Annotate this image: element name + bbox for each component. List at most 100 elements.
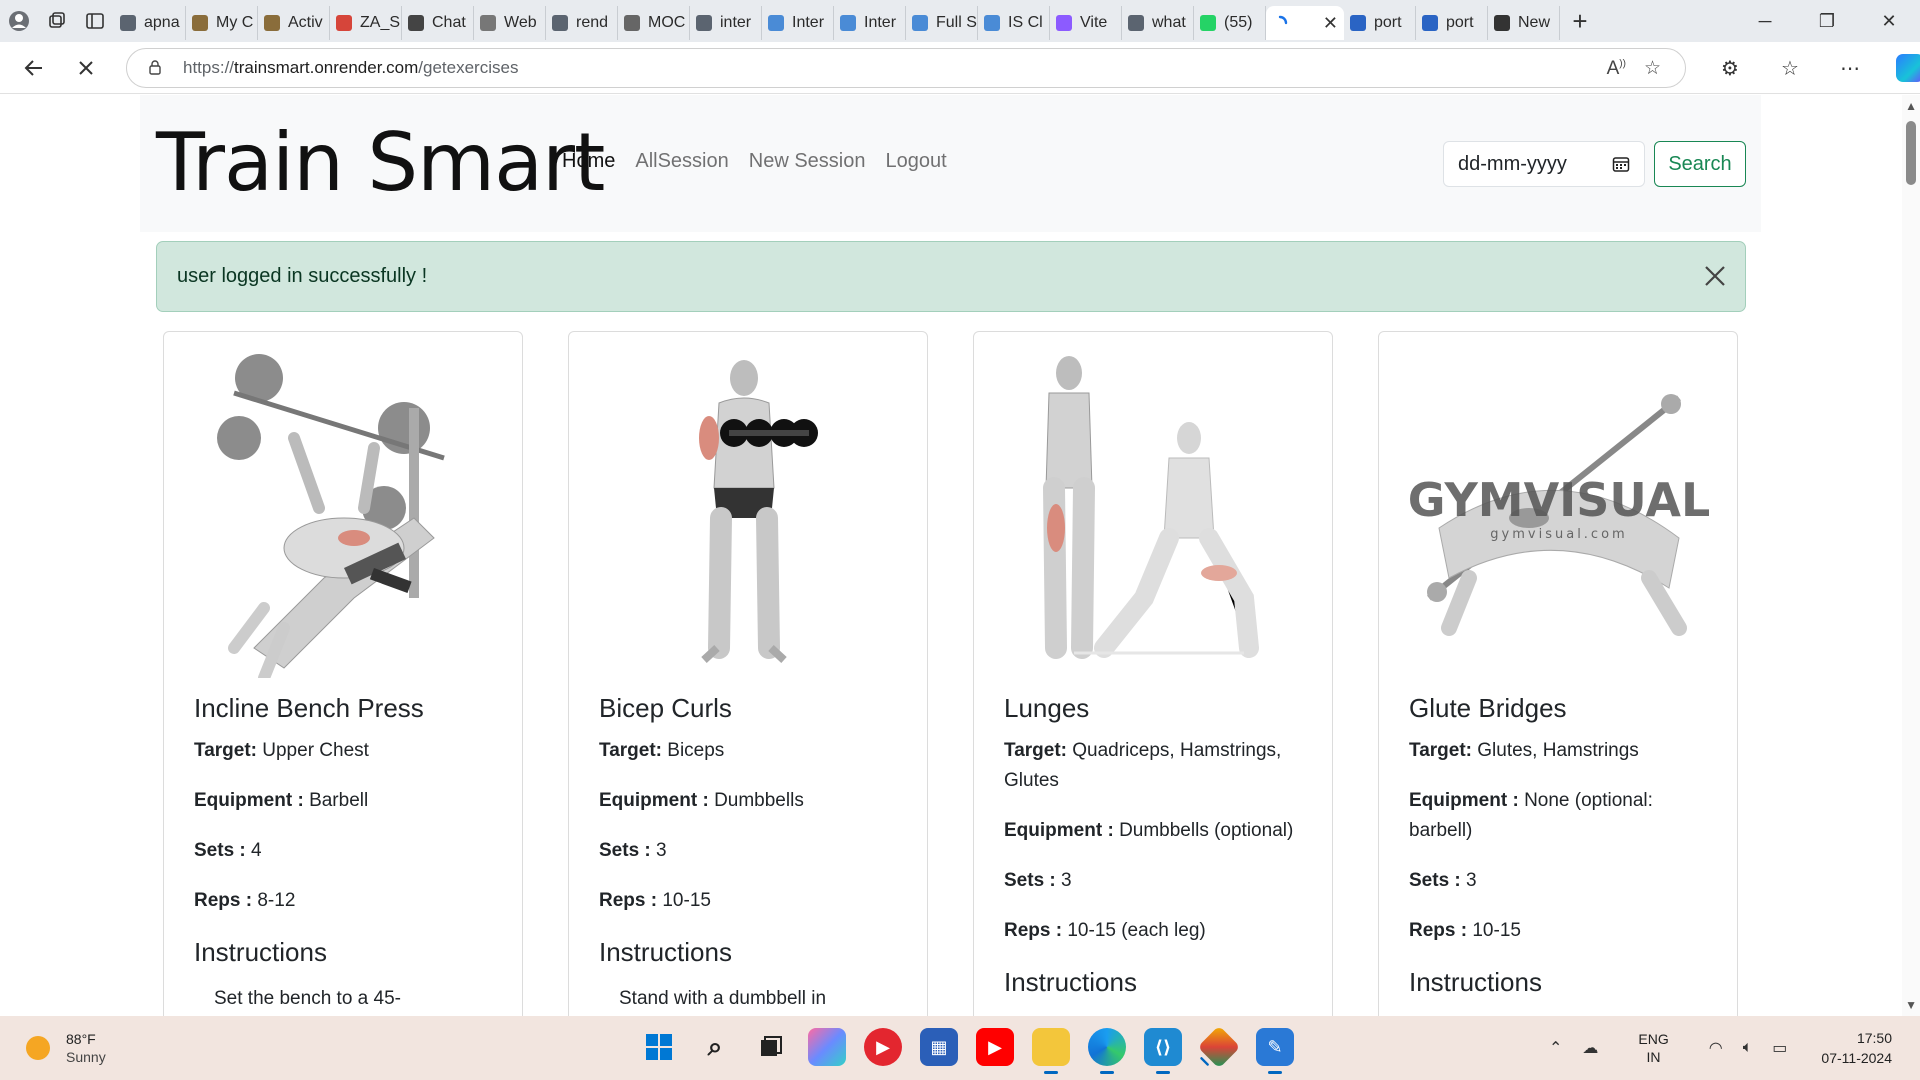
browser-tab[interactable]: Chat: [402, 6, 474, 40]
exercise-reps: Reps : 10-15: [1409, 916, 1719, 946]
more-options-icon[interactable]: ⋯: [1820, 56, 1880, 81]
media-player-icon[interactable]: ▶: [864, 1028, 902, 1066]
minimize-icon[interactable]: ─: [1734, 0, 1796, 42]
nav-new-session-link[interactable]: New Session: [749, 150, 866, 173]
exercise-name: Incline Bench Press: [194, 693, 424, 723]
wifi-icon[interactable]: ◠: [1709, 1038, 1723, 1058]
nav-all-session-link[interactable]: AllSession: [635, 150, 728, 173]
exercise-equipment: Equipment : None (optional: barbell): [1409, 786, 1719, 846]
scroll-up-icon[interactable]: ▲: [1905, 99, 1917, 113]
profile-icon[interactable]: [0, 0, 38, 42]
instructions-heading: Instructions: [599, 937, 732, 967]
equipment-label: Equipment :: [194, 790, 304, 811]
exercise-equipment: Equipment : Dumbbells (optional): [1004, 816, 1314, 846]
browser-tab[interactable]: Inter: [762, 6, 834, 40]
new-tab-button[interactable]: +: [1560, 0, 1600, 42]
search-icon[interactable]: ⌕: [696, 1028, 734, 1066]
browser-tab[interactable]: port: [1344, 6, 1416, 40]
workspaces-icon[interactable]: [38, 0, 76, 42]
browser-tab[interactable]: Vite: [1050, 6, 1122, 40]
clock[interactable]: 17:50 07-11-2024: [1821, 1028, 1892, 1068]
scroll-thumb[interactable]: [1906, 121, 1916, 185]
browser-tab[interactable]: Full S: [906, 6, 978, 40]
task-view-icon[interactable]: [752, 1028, 790, 1066]
tab-label: what: [1152, 14, 1186, 31]
git-tool-icon[interactable]: [1197, 1025, 1241, 1069]
language-indicator[interactable]: ENG IN: [1638, 1030, 1668, 1066]
reps-value: 10-15 (each leg): [1067, 920, 1206, 941]
browser-tab[interactable]: inter: [690, 6, 762, 40]
onedrive-icon[interactable]: ☁: [1582, 1038, 1598, 1058]
page-viewport: Train Smart Home AllSession New Session …: [0, 95, 1920, 1016]
battery-icon[interactable]: ▭: [1772, 1038, 1787, 1058]
browser-tab[interactable]: MOC: [618, 6, 690, 40]
browser-tab[interactable]: My C: [186, 6, 258, 40]
extensions-icon[interactable]: ⚙: [1700, 56, 1760, 81]
paint-icon[interactable]: ✎: [1256, 1028, 1294, 1074]
equipment-value: Dumbbells (optional): [1119, 820, 1294, 841]
tab-label: Chat: [432, 14, 466, 31]
browser-tab[interactable]: (55): [1194, 6, 1266, 40]
page-scrollbar[interactable]: ▲ ▼: [1902, 95, 1920, 1016]
brand-logo[interactable]: Train Smart: [156, 113, 605, 213]
weather-widget[interactable]: 88°F Sunny: [26, 1030, 106, 1066]
calendar-icon[interactable]: [1612, 155, 1630, 173]
store-icon[interactable]: ▦: [920, 1028, 958, 1066]
lock-icon[interactable]: [147, 59, 163, 75]
copilot-icon[interactable]: [1896, 54, 1920, 82]
nav-logout-link[interactable]: Logout: [885, 150, 946, 173]
tab-active[interactable]: ✕: [1266, 6, 1344, 40]
browser-tab[interactable]: Activ: [258, 6, 330, 40]
sets-label: Sets :: [1004, 870, 1056, 891]
is-icon: [840, 15, 856, 31]
browser-tab[interactable]: apna: [114, 6, 186, 40]
site-navbar: Train Smart Home AllSession New Session …: [140, 95, 1761, 232]
browser-tab[interactable]: what: [1122, 6, 1194, 40]
back-icon[interactable]: [8, 42, 60, 94]
close-alert-icon[interactable]: [1703, 264, 1727, 288]
address-toolbar: https://trainsmart.onrender.com/getexerc…: [0, 42, 1920, 94]
vscode-icon[interactable]: ⟨⟩: [1144, 1028, 1182, 1074]
windows-taskbar: 88°F Sunny ⌕ ▶ ▦ ▶ ⟨⟩ ✎ ⌃ ☁ ENG IN ◠ 🔈︎ …: [0, 1016, 1920, 1080]
reps-value: 8-12: [257, 890, 296, 911]
thumb-icon: [624, 15, 640, 31]
browser-tab[interactable]: IS Cl: [978, 6, 1050, 40]
read-aloud-icon[interactable]: A)): [1607, 58, 1626, 80]
show-hidden-icons[interactable]: ⌃: [1549, 1038, 1562, 1058]
exercise-reps: Reps : 10-15 (each leg): [1004, 916, 1314, 946]
close-tab-icon[interactable]: ✕: [1323, 13, 1338, 34]
favorite-star-icon[interactable]: ☆: [1644, 57, 1661, 80]
temperature: 88°F: [66, 1031, 96, 1047]
tab-actions-icon[interactable]: [76, 0, 114, 42]
incline-bench-press-illustration: [217, 354, 445, 678]
page-icon: [264, 15, 280, 31]
tab-label: Vite: [1080, 14, 1108, 31]
instructions-heading: Instructions: [194, 937, 327, 967]
search-button[interactable]: Search: [1654, 141, 1746, 187]
edge-icon[interactable]: [1088, 1028, 1126, 1074]
copilot-taskbar-icon[interactable]: [808, 1028, 846, 1066]
volume-icon[interactable]: 🔈︎: [1743, 1039, 1753, 1057]
exercise-card: GYMVISUAL gymvisual.com Glute Bridges Ta…: [1378, 331, 1738, 1016]
windows-start-icon[interactable]: [640, 1028, 678, 1066]
is-icon: [984, 15, 1000, 31]
sets-label: Sets :: [194, 840, 246, 861]
address-bar[interactable]: https://trainsmart.onrender.com/getexerc…: [126, 48, 1686, 88]
restore-icon[interactable]: ❐: [1796, 0, 1858, 42]
browser-tab[interactable]: Inter: [834, 6, 906, 40]
youtube-icon[interactable]: ▶: [976, 1028, 1014, 1066]
date-input[interactable]: dd-mm-yyyy: [1443, 141, 1645, 187]
sets-label: Sets :: [1409, 870, 1461, 891]
browser-tab[interactable]: ZA_S: [330, 6, 402, 40]
stop-loading-icon[interactable]: [60, 42, 112, 94]
browser-tab[interactable]: New: [1488, 6, 1560, 40]
browser-tab[interactable]: Web: [474, 6, 546, 40]
browser-tab[interactable]: port: [1416, 6, 1488, 40]
nav-home-link[interactable]: Home: [562, 150, 615, 173]
file-explorer-icon[interactable]: [1032, 1028, 1070, 1074]
browser-tab[interactable]: rend: [546, 6, 618, 40]
scroll-down-icon[interactable]: ▼: [1905, 998, 1917, 1012]
favorites-icon[interactable]: ☆: [1760, 56, 1820, 81]
exercise-name: Bicep Curls: [599, 693, 732, 723]
window-close-icon[interactable]: ✕: [1858, 0, 1920, 42]
